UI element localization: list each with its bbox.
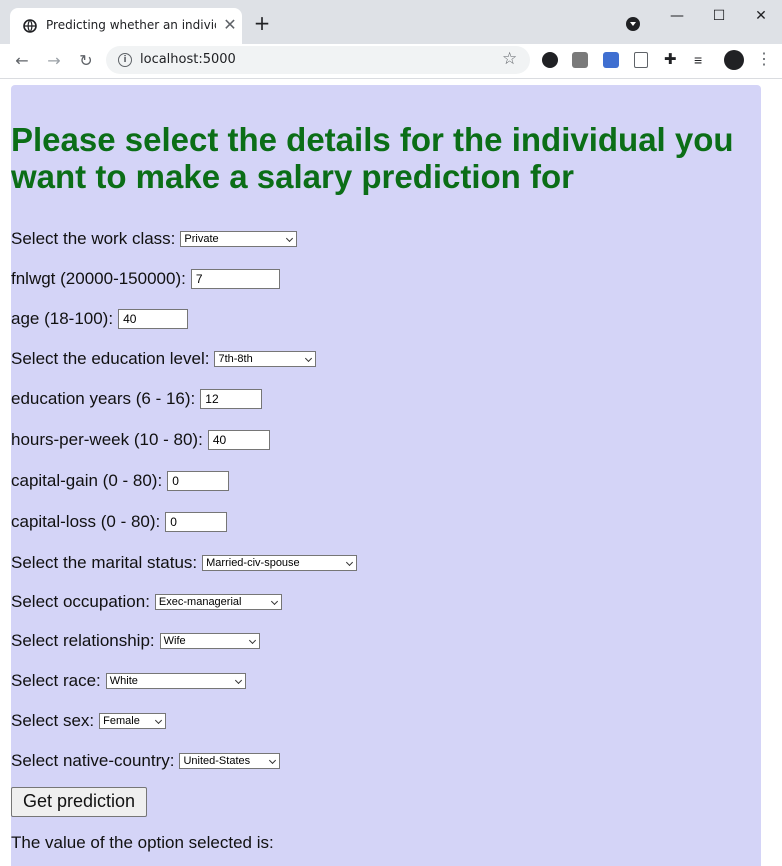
info-icon[interactable]: i [118, 53, 132, 67]
extension-grid-icon[interactable] [572, 52, 588, 68]
media-control-icon[interactable] [626, 17, 640, 31]
reload-icon[interactable]: ↻ [74, 49, 98, 73]
education-years-input[interactable]: 12 [200, 389, 263, 409]
maximize-icon[interactable]: ☐ [704, 6, 734, 26]
star-icon[interactable]: ☆ [502, 49, 517, 69]
education-years-label: education years (6 - 16): [11, 389, 196, 408]
window-close-icon[interactable]: ✕ [746, 6, 776, 26]
puzzle-icon[interactable]: ✚ [664, 52, 680, 68]
minimize-icon[interactable]: — [662, 6, 692, 26]
native-country-label: Select native-country: [11, 751, 175, 770]
race-row: Select race: White [11, 669, 246, 693]
relationship-select[interactable]: Wife [159, 633, 260, 649]
browser-toolbar: ← → ↻ i localhost:5000 ☆ ✚ ≡ ⋮ [0, 44, 782, 79]
race-select[interactable]: White [105, 673, 246, 689]
hours-per-week-input[interactable]: 40 [207, 430, 270, 450]
race-label: Select race: [11, 671, 101, 690]
sex-label: Select sex: [11, 711, 95, 730]
capital-loss-input[interactable]: 0 [165, 512, 228, 532]
url-text[interactable]: localhost:5000 [140, 52, 236, 67]
education-select[interactable]: 7th-8th [214, 351, 317, 367]
workclass-select[interactable]: Private [180, 231, 298, 247]
education-label: Select the education level: [11, 349, 210, 368]
page-body: Please select the details for the indivi… [11, 85, 761, 866]
browser-tab[interactable]: Predicting whether an individual ✕ [10, 8, 242, 44]
marital-status-label: Select the marital status: [11, 553, 198, 572]
occupation-label: Select occupation: [11, 592, 150, 611]
occupation-row: Select occupation: Exec-managerial [11, 590, 282, 614]
relationship-label: Select relationship: [11, 631, 155, 650]
tab-strip: Predicting whether an individual ✕ + — ☐… [0, 0, 782, 44]
playlist-icon[interactable]: ≡ [694, 52, 710, 68]
get-prediction-button[interactable]: Get prediction [11, 787, 147, 817]
capital-loss-row: capital-loss (0 - 80): 0 [11, 510, 228, 534]
age-row: age (18-100): 40 [11, 307, 189, 331]
capital-gain-input[interactable]: 0 [167, 471, 230, 491]
extension-blue-icon[interactable] [603, 52, 619, 68]
result-text: The value of the option selected is: [11, 833, 274, 852]
reader-icon[interactable] [634, 52, 648, 68]
native-country-row: Select native-country: United-States [11, 749, 281, 773]
marital-status-select[interactable]: Married-civ-spouse [202, 555, 358, 571]
education-years-row: education years (6 - 16): 12 [11, 387, 263, 411]
arrow-left-icon[interactable]: ← [10, 49, 34, 73]
close-icon[interactable]: ✕ [220, 15, 240, 35]
capital-loss-label: capital-loss (0 - 80): [11, 512, 161, 531]
workclass-label: Select the work class: [11, 229, 176, 248]
capital-gain-row: capital-gain (0 - 80): 0 [11, 469, 230, 493]
marital-status-row: Select the marital status: Married-civ-s… [11, 551, 358, 575]
tab-title: Predicting whether an individual [46, 18, 216, 32]
avatar[interactable] [724, 50, 744, 70]
globe-icon [23, 19, 37, 33]
fnlwgt-label: fnlwgt (20000-150000): [11, 269, 186, 288]
plus-icon[interactable]: + [252, 13, 272, 33]
workclass-row: Select the work class: Private [11, 227, 298, 251]
age-input[interactable]: 40 [118, 309, 189, 329]
hours-per-week-row: hours-per-week (10 - 80): 40 [11, 428, 270, 452]
sex-select[interactable]: Female [99, 713, 167, 729]
address-bar[interactable]: i localhost:5000 ☆ [106, 46, 530, 74]
relationship-row: Select relationship: Wife [11, 629, 260, 653]
sex-row: Select sex: Female [11, 709, 167, 733]
extension-circle-icon[interactable] [542, 52, 558, 68]
education-row: Select the education level: 7th-8th [11, 347, 317, 371]
page-title: Please select the details for the indivi… [11, 121, 734, 195]
menu-icon[interactable]: ⋮ [756, 52, 772, 68]
age-label: age (18-100): [11, 309, 114, 328]
arrow-right-icon[interactable]: → [42, 49, 66, 73]
hours-per-week-label: hours-per-week (10 - 80): [11, 430, 203, 449]
fnlwgt-input[interactable]: 7 [190, 269, 280, 289]
capital-gain-label: capital-gain (0 - 80): [11, 471, 163, 490]
occupation-select[interactable]: Exec-managerial [154, 594, 282, 610]
native-country-select[interactable]: United-States [179, 753, 281, 769]
fnlwgt-row: fnlwgt (20000-150000): 7 [11, 267, 280, 291]
